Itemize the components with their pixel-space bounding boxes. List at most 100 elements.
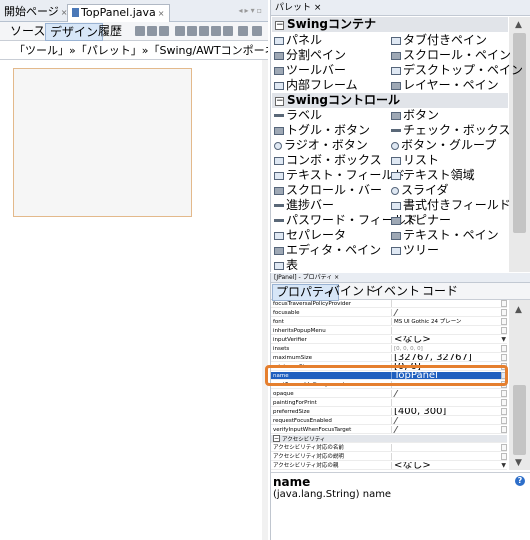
help-icon[interactable]: ?	[515, 476, 525, 486]
ellipsis-button[interactable]	[501, 390, 507, 397]
prop-row-painting-for-print[interactable]: paintingForPrint	[271, 399, 507, 407]
mode-history-button[interactable]: 履歴	[94, 23, 126, 39]
prop-value[interactable]: [0, 0, 0, 0]	[391, 345, 507, 352]
ellipsis-button[interactable]	[501, 453, 507, 460]
prop-group-accessibility[interactable]: − アクセシビリティ	[271, 435, 507, 443]
prop-value[interactable]	[391, 417, 507, 424]
palette-item-editor-pane[interactable]: エディタ・ペイン	[274, 243, 381, 258]
dropdown-chevron-icon[interactable]: ▼	[501, 463, 506, 469]
palette-item-combo-box[interactable]: コンボ・ボックス	[274, 153, 382, 168]
ellipsis-button[interactable]	[501, 345, 507, 352]
tab-start-page[interactable]: 開始ページ ×	[4, 5, 67, 20]
prop-value[interactable]	[391, 426, 507, 433]
prop-value[interactable]: [32767, 32767]	[391, 354, 507, 361]
palette-item-table[interactable]: 表	[274, 258, 298, 273]
scroll-up-icon[interactable]: ▲	[515, 305, 522, 315]
prop-row-insets[interactable]: insets [0, 0, 0, 0]	[271, 345, 507, 353]
scroll-down-icon[interactable]: ▼	[515, 458, 522, 468]
prop-value[interactable]	[391, 444, 507, 451]
palette-item-formatted-field[interactable]: 書式付きフィールド	[391, 198, 511, 213]
prop-row-preferred-size[interactable]: preferredSize [400, 300]	[271, 408, 507, 416]
ellipsis-button[interactable]	[501, 426, 507, 433]
tab-toppanel-java[interactable]: TopPanel.java ×	[67, 4, 170, 24]
palette-item-toggle-button[interactable]: トグル・ボタン	[274, 123, 370, 138]
resize-horizontal-icon[interactable]	[238, 26, 248, 36]
palette-item-list[interactable]: リスト	[391, 153, 439, 168]
palette-category-swing-controls[interactable]: − Swingコントロール	[272, 93, 508, 108]
prop-row-focus-traversal-policy-provider[interactable]: focusTraversalPolicyProvider	[271, 300, 507, 308]
properties-tab[interactable]: [JPanel] - プロパティ ×	[271, 273, 530, 283]
palette-category-swing-containers[interactable]: − Swingコンテナ	[272, 17, 508, 32]
prop-row-focusable[interactable]: focusable	[271, 309, 507, 317]
align-center-icon[interactable]	[199, 26, 209, 36]
palette-item-progress-bar[interactable]: 進捗バー	[274, 198, 334, 213]
ellipsis-button[interactable]	[501, 399, 507, 406]
palette-item-check-box[interactable]: チェック・ボックス	[391, 123, 510, 138]
prop-value[interactable]	[391, 309, 507, 316]
prop-value[interactable]: [400, 300]	[391, 408, 507, 415]
tab-code[interactable]: コード	[419, 284, 461, 299]
ellipsis-button[interactable]	[501, 327, 507, 334]
ellipsis-button[interactable]	[501, 300, 507, 307]
tab-scroll-controls[interactable]: ◂▸▾▫	[239, 6, 264, 15]
palette-item-toolbar[interactable]: ツールバー	[274, 63, 346, 78]
ellipsis-button[interactable]	[501, 444, 507, 451]
resize-vertical-icon[interactable]	[252, 26, 262, 36]
palette-item-internal-frame[interactable]: 内部フレーム	[274, 78, 358, 93]
palette-item-split-pane[interactable]: 分割ペイン	[274, 48, 346, 63]
palette-item-button-group[interactable]: ボタン・グループ	[391, 138, 496, 153]
palette-item-spinner[interactable]: スピナー	[391, 213, 451, 228]
ellipsis-button[interactable]	[501, 318, 507, 325]
selection-mode-icon[interactable]	[135, 26, 145, 36]
palette-item-text-area[interactable]: テキスト領域	[391, 168, 475, 183]
palette-item-panel[interactable]: パネル	[274, 33, 322, 48]
collapse-icon[interactable]: −	[275, 21, 284, 30]
prop-value[interactable]	[391, 300, 507, 307]
align-bottom-icon[interactable]	[223, 26, 233, 36]
prop-row-accessible-description[interactable]: アクセシビリティ対応の説明	[271, 453, 507, 461]
align-left-icon[interactable]	[175, 26, 185, 36]
palette-item-tabbed-pane[interactable]: タブ付きペイン	[391, 33, 487, 48]
prop-value[interactable]	[391, 453, 507, 460]
align-right-icon[interactable]	[187, 26, 197, 36]
mode-source-button[interactable]: ソース	[6, 23, 49, 39]
palette-item-text-field[interactable]: テキスト・フィールド	[274, 168, 405, 183]
prop-value[interactable]	[391, 399, 507, 406]
properties-scrollbar[interactable]: ▲ ▼	[509, 300, 530, 470]
prop-value[interactable]	[391, 390, 507, 397]
prop-value[interactable]	[391, 327, 507, 334]
palette-item-radio-button[interactable]: ラジオ・ボタン	[274, 138, 368, 153]
prop-row-maximum-size[interactable]: maximumSize [32767, 32767]	[271, 354, 507, 362]
connection-mode-icon[interactable]	[147, 26, 157, 36]
prop-value[interactable]: <なし>	[391, 462, 507, 469]
palette-item-scroll-bar[interactable]: スクロール・バー	[274, 183, 382, 198]
palette-tab[interactable]: パレット ×	[271, 0, 530, 16]
prop-value[interactable]: <なし>	[391, 336, 507, 343]
prop-row-verify-input-when-focus-target[interactable]: verifyInputWhenFocusTarget	[271, 426, 507, 434]
dropdown-chevron-icon[interactable]: ▼	[501, 337, 506, 343]
scroll-up-icon[interactable]: ▲	[515, 20, 522, 30]
prop-row-input-verifier[interactable]: inputVerifier <なし> ▼	[271, 336, 507, 344]
palette-item-slider[interactable]: スライダ	[391, 183, 449, 198]
prop-row-opaque[interactable]: opaque	[271, 390, 507, 398]
prop-row-accessible-name[interactable]: アクセシビリティ対応の名前	[271, 444, 507, 452]
prop-value[interactable]: MS UI Gothic 24 プレーン	[391, 318, 507, 325]
collapse-icon[interactable]: −	[275, 97, 284, 106]
design-panel-toppanel[interactable]	[13, 68, 192, 217]
palette-item-layered-pane[interactable]: レイヤー・ペイン	[391, 78, 499, 93]
palette-item-tree[interactable]: ツリー	[391, 243, 439, 258]
palette-item-label-control[interactable]: ラベル	[274, 108, 322, 123]
ellipsis-button[interactable]	[501, 354, 507, 361]
close-icon[interactable]: ×	[158, 9, 165, 18]
palette-scrollbar[interactable]: ▲	[509, 17, 530, 272]
prop-row-accessible-parent[interactable]: アクセシビリティ対応の親 <なし> ▼	[271, 462, 507, 470]
collapse-icon[interactable]: −	[273, 435, 280, 442]
prop-row-request-focus-enabled[interactable]: requestFocusEnabled	[271, 417, 507, 425]
prop-row-font[interactable]: font MS UI Gothic 24 プレーン	[271, 318, 507, 326]
properties-scroll-thumb[interactable]	[513, 385, 526, 455]
preview-icon[interactable]	[159, 26, 169, 36]
editor-scrollbar[interactable]	[262, 60, 268, 540]
align-top-icon[interactable]	[211, 26, 221, 36]
palette-item-button[interactable]: ボタン	[391, 108, 439, 123]
ellipsis-button[interactable]	[501, 408, 507, 415]
